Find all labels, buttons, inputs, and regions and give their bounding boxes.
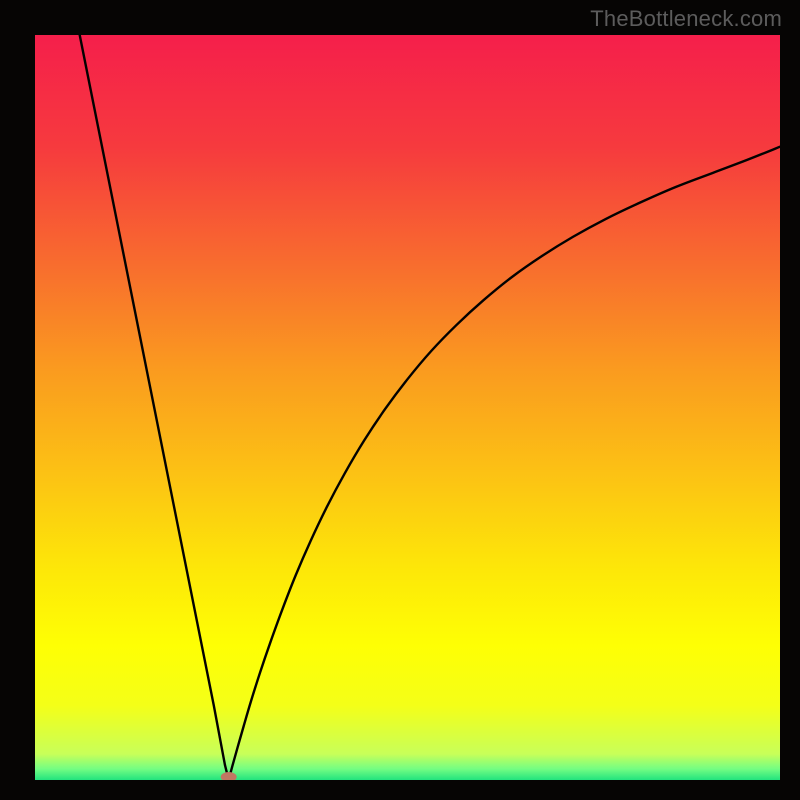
- watermark-text: TheBottleneck.com: [590, 6, 782, 32]
- gradient-background: [35, 35, 780, 780]
- chart-container: TheBottleneck.com: [0, 0, 800, 800]
- bottleneck-chart: [35, 35, 780, 780]
